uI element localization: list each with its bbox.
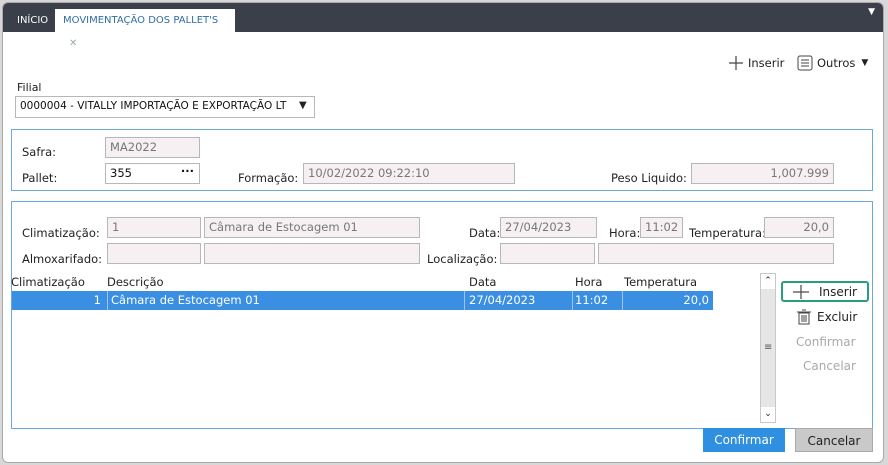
table-row[interactable]: 1 Câmara de Estocagem 01 27/04/2023 11:0… [12,291,713,310]
hora-label: Hora: [609,226,641,240]
formacao-label: Formação: [238,171,299,185]
cancel-button[interactable]: Cancelar [795,428,873,452]
toolbar-insert-label: Inserir [748,56,785,70]
filial-label: Filial [17,81,42,94]
tab-bar: INÍCIO MOVIMENTAÇÃO DOS PALLET'S ✕ ▼ [3,3,883,49]
toolbar-insert-button[interactable]: Inserir [727,53,784,73]
cell-data: 27/04/2023 [469,293,536,307]
data-label: Data: [469,226,501,240]
scroll-up-icon[interactable]: ⌃ [761,274,775,289]
toolbar-others-button[interactable]: Outros ▼ [797,53,868,73]
hora-field[interactable]: 11:02 [640,217,683,238]
localizacao-desc-field[interactable] [598,243,834,264]
cell-divider [464,291,465,310]
peso-field[interactable]: 1,007.999 [691,163,834,184]
chevron-down-icon[interactable]: ▼ [868,7,875,17]
localizacao-code-field[interactable] [500,243,595,264]
column-header-data[interactable]: Data [469,275,496,289]
filial-select-value: 0000004 - VITALLY IMPORTAÇÃO E EXPORTAÇÃ… [20,100,287,112]
pallet-label: Pallet: [22,171,58,185]
vertical-scrollbar[interactable]: ⌃ ≡ ⌄ [760,273,776,423]
scroll-grip-icon[interactable]: ≡ [764,342,772,353]
app-window: INÍCIO MOVIMENTAÇÃO DOS PALLET'S ✕ ▼ Ins… [2,2,884,463]
chevron-down-icon[interactable]: ▼ [299,100,307,111]
climatizacao-code-field[interactable]: 1 [107,217,201,238]
chevron-down-icon: ▼ [861,58,869,68]
column-header-hora[interactable]: Hora [575,275,602,289]
localizacao-label: Localização: [427,252,498,266]
safra-field[interactable]: MA2022 [105,137,200,158]
temperatura-label: Temperatura: [689,226,766,240]
cancel-row-button[interactable]: Cancelar [803,359,856,373]
tab-movimentacao[interactable]: MOVIMENTAÇÃO DOS PALLET'S ✕ [55,9,235,49]
plus-icon [729,56,743,70]
column-header-descricao[interactable]: Descrição [107,275,164,289]
trash-icon [797,309,811,325]
temperatura-field[interactable]: 20,0 [764,217,834,238]
climatizacao-desc-field[interactable]: Câmara de Estocagem 01 [204,217,420,238]
climatizacao-label: Climatização: [22,226,100,240]
almoxarifado-desc-field[interactable] [204,243,420,264]
delete-row-label: Excluir [817,310,858,324]
insert-row-button[interactable]: Inserir [781,281,869,302]
close-icon[interactable]: ✕ [69,38,77,49]
cell-divider [107,291,108,310]
column-header-climatizacao[interactable]: Climatização [11,275,85,289]
almoxarifado-code-field[interactable] [107,243,201,264]
scroll-down-icon[interactable]: ⌄ [761,407,775,422]
pallet-field-value: 355 [110,166,132,180]
cell-climatizacao: 1 [93,293,101,307]
cell-divider [572,291,573,310]
tab-movimentacao-label: MOVIMENTAÇÃO DOS PALLET'S [63,15,219,26]
list-icon [797,55,813,71]
tab-home[interactable]: INÍCIO [9,9,53,32]
pallet-field[interactable]: 355 ··· [105,163,200,184]
safra-label: Safra: [22,145,57,159]
column-header-temperatura[interactable]: Temperatura [624,275,697,289]
filial-select[interactable]: 0000004 - VITALLY IMPORTAÇÃO E EXPORTAÇÃ… [15,96,315,118]
ellipsis-icon[interactable]: ··· [181,164,194,181]
delete-row-button[interactable]: Excluir [795,307,869,327]
cell-hora: 11:02 [575,293,609,307]
cell-descricao: Câmara de Estocagem 01 [111,293,260,307]
data-field[interactable]: 27/04/2023 [500,217,597,238]
toolbar-others-label: Outros [817,56,856,70]
plus-icon [793,285,809,299]
cell-temperatura: 20,0 [683,293,709,307]
confirm-button[interactable]: Confirmar [703,428,785,452]
cell-divider [622,291,623,310]
formacao-field[interactable]: 10/02/2022 09:22:10 [303,163,515,184]
peso-label: Peso Liquido: [611,171,687,185]
insert-row-label: Inserir [819,285,857,299]
confirm-row-button[interactable]: Confirmar [796,335,856,349]
almoxarifado-label: Almoxarifado: [22,252,103,266]
